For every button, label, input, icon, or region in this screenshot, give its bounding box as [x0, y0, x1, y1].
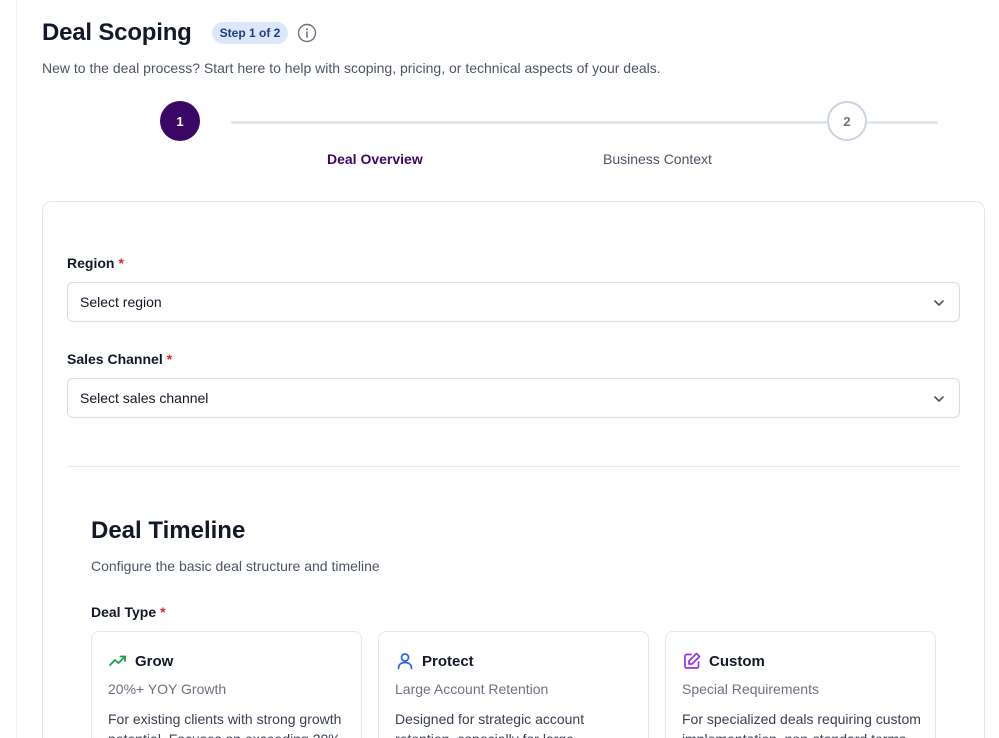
deal-type-option-grow[interactable]: Grow 20%+ YOY Growth For existing client… — [91, 631, 362, 738]
option-title: Custom — [709, 652, 765, 670]
deal-type-label: Deal Type * — [91, 604, 166, 620]
edit-icon — [682, 651, 702, 671]
option-title: Grow — [135, 652, 174, 670]
deal-type-option-custom[interactable]: Custom Special Requirements For speciali… — [665, 631, 936, 738]
deal-timeline-title: Deal Timeline — [91, 517, 246, 544]
option-title: Protect — [422, 652, 474, 670]
page-left-border — [16, 0, 17, 738]
info-icon[interactable] — [297, 23, 317, 43]
page-subtitle: New to the deal process? Start here to h… — [42, 60, 661, 76]
required-asterisk: * — [160, 604, 166, 620]
chevron-down-icon — [931, 295, 947, 311]
required-asterisk: * — [166, 351, 173, 367]
deal-timeline-subtitle: Configure the basic deal structure and t… — [91, 558, 380, 574]
chevron-down-icon — [931, 391, 947, 407]
step-2-label[interactable]: Business Context — [603, 151, 712, 167]
sales-channel-label: Sales Channel * — [67, 351, 172, 367]
sales-channel-select[interactable]: Select sales channel — [67, 378, 960, 418]
option-header: Protect — [395, 651, 474, 671]
page-header: Deal Scoping Step 1 of 2 — [42, 19, 317, 47]
page-title: Deal Scoping — [42, 19, 192, 46]
region-label: Region * — [67, 255, 124, 271]
option-description: For existing clients with strong growth … — [108, 711, 342, 738]
stepper-track-left — [231, 121, 827, 124]
region-select[interactable]: Select region — [67, 282, 960, 322]
step-2-indicator[interactable]: 2 — [827, 101, 867, 141]
option-subtitle: Special Requirements — [682, 681, 819, 697]
section-divider — [67, 466, 960, 467]
region-select-placeholder: Select region — [80, 294, 162, 310]
option-description: For specialized deals requiring custom i… — [682, 711, 921, 738]
option-description: Designed for strategic account retention… — [395, 711, 585, 738]
step-1-label[interactable]: Deal Overview — [327, 151, 423, 167]
step-1-indicator[interactable]: 1 — [160, 101, 200, 141]
required-asterisk: * — [118, 255, 124, 271]
option-header: Grow — [108, 651, 173, 671]
sales-channel-label-text: Sales Channel — [67, 351, 163, 367]
option-subtitle: 20%+ YOY Growth — [108, 681, 227, 697]
trending-up-icon — [108, 651, 128, 671]
stepper-track-right — [867, 121, 938, 124]
user-icon — [395, 651, 415, 671]
option-header: Custom — [682, 651, 765, 671]
deal-type-option-protect[interactable]: Protect Large Account Retention Designed… — [378, 631, 649, 738]
deal-type-label-text: Deal Type — [91, 604, 157, 620]
option-subtitle: Large Account Retention — [395, 681, 549, 697]
step-badge: Step 1 of 2 — [211, 22, 289, 44]
sales-channel-select-placeholder: Select sales channel — [80, 390, 209, 406]
region-label-text: Region — [67, 255, 115, 271]
